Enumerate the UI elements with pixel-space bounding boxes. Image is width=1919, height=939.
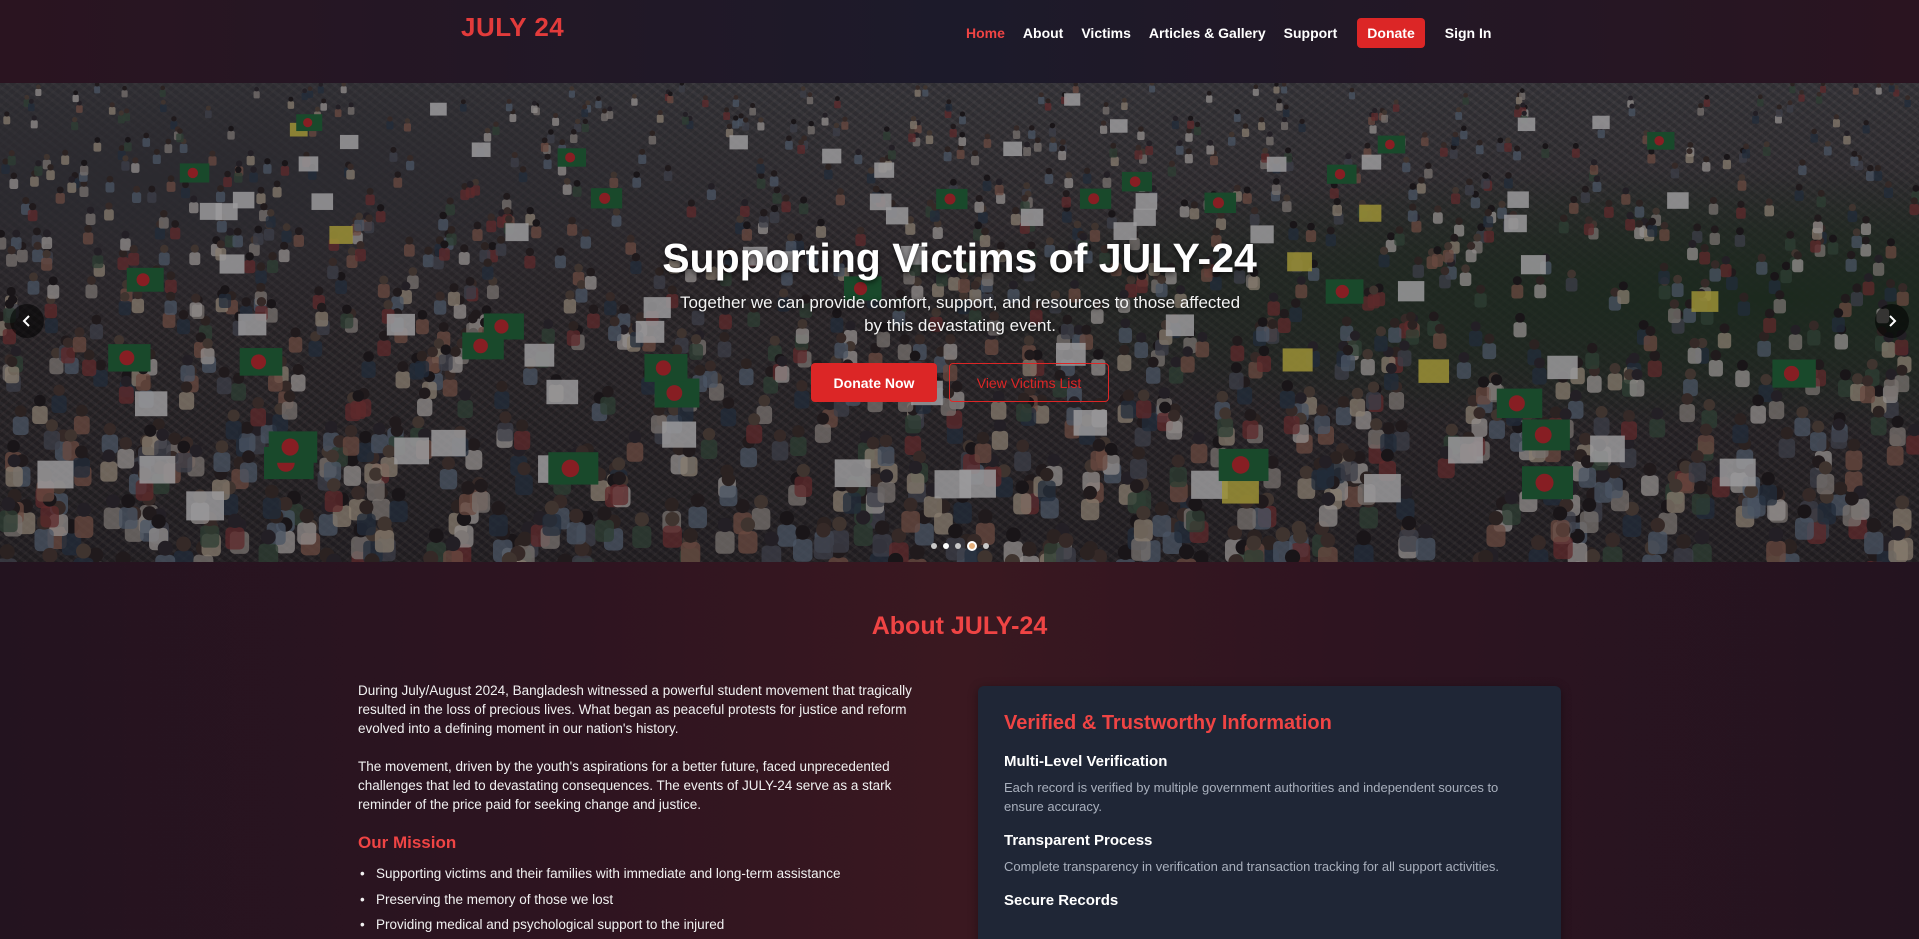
hero-title: Supporting Victims of JULY-24 bbox=[662, 235, 1257, 281]
verification-item-text: Each record is verified by multiple gove… bbox=[1004, 780, 1499, 814]
list-item: Preserving the memory of those we lost bbox=[358, 891, 918, 909]
about-paragraph: During July/August 2024, Bangladesh witn… bbox=[358, 683, 912, 736]
carousel-dots bbox=[931, 541, 995, 551]
carousel-dot-active[interactable] bbox=[967, 541, 977, 551]
carousel-dot[interactable] bbox=[931, 543, 937, 549]
nav-articles-gallery[interactable]: Articles & Gallery bbox=[1149, 25, 1266, 41]
nav-signin[interactable]: Sign In bbox=[1445, 25, 1492, 41]
nav-victims[interactable]: Victims bbox=[1081, 25, 1131, 41]
verification-item-title: Transparent Process bbox=[1004, 832, 1153, 849]
list-item: Providing medical and psychological supp… bbox=[358, 916, 918, 934]
brand-logo[interactable]: JULY 24 bbox=[461, 12, 564, 43]
verification-item-text: Complete transparency in verification an… bbox=[1004, 859, 1499, 874]
nav-donate-button[interactable]: Donate bbox=[1357, 18, 1425, 48]
view-victims-button[interactable]: View Victims List bbox=[949, 363, 1109, 402]
chevron-left-icon[interactable] bbox=[10, 304, 44, 338]
hero-subtitle: Together we can provide comfort, support… bbox=[679, 293, 1241, 335]
nav-home[interactable]: Home bbox=[966, 25, 1005, 41]
mission-list: Supporting victims and their families wi… bbox=[358, 865, 918, 934]
carousel-dot[interactable] bbox=[983, 543, 989, 549]
navbar: JULY 24 Home About Victims Articles & Ga… bbox=[0, 0, 1919, 83]
chevron-right-icon[interactable] bbox=[1875, 304, 1909, 338]
verification-item-title: Secure Records bbox=[1004, 892, 1119, 909]
about-title: About JULY-24 bbox=[871, 612, 1048, 640]
hero-carousel: Supporting Victims of JULY-24 Together w… bbox=[0, 83, 1919, 562]
carousel-dot[interactable] bbox=[943, 543, 949, 549]
nav-links: Home About Victims Articles & Gallery Su… bbox=[966, 18, 1509, 48]
mission-title: Our Mission bbox=[358, 833, 457, 852]
verification-card: Verified & Trustworthy Information Multi… bbox=[978, 686, 1561, 939]
list-item: Supporting victims and their families wi… bbox=[358, 865, 918, 883]
verification-item-title: Multi-Level Verification bbox=[1004, 753, 1168, 770]
nav-about[interactable]: About bbox=[1023, 25, 1063, 41]
verification-title: Verified & Trustworthy Information bbox=[1004, 712, 1332, 734]
carousel-dot[interactable] bbox=[955, 543, 961, 549]
about-text: During July/August 2024, Bangladesh witn… bbox=[358, 681, 918, 939]
nav-support[interactable]: Support bbox=[1284, 25, 1338, 41]
about-paragraph: The movement, driven by the youth's aspi… bbox=[358, 759, 892, 812]
donate-now-button[interactable]: Donate Now bbox=[811, 363, 937, 402]
